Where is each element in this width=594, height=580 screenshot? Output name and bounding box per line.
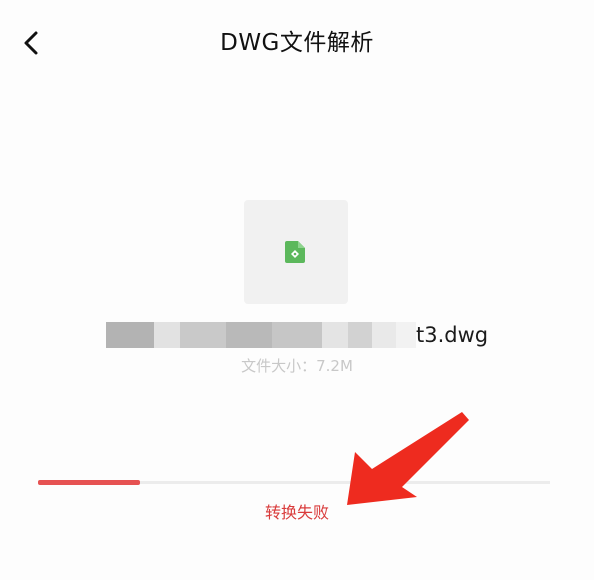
redacted-filename xyxy=(154,322,180,348)
redacted-filename xyxy=(106,322,154,348)
file-name-suffix: t3.dwg xyxy=(416,323,489,347)
dwg-file-icon xyxy=(285,241,305,263)
file-name: t3.dwg xyxy=(106,322,506,348)
file-size: 文件大小：7.2M xyxy=(241,357,353,375)
page-title: DWG文件解析 xyxy=(220,30,374,56)
progress-fill xyxy=(38,480,141,485)
dwg-parse-page: DWG文件解析 t3.dwg 文件大小：7.2M 转换失败 xyxy=(0,0,594,580)
conversion-status: 转换失败 xyxy=(264,503,329,522)
redacted-filename xyxy=(272,322,322,348)
redacted-filename xyxy=(322,322,348,348)
redacted-filename xyxy=(226,322,272,348)
file-thumbnail xyxy=(244,200,348,304)
redacted-filename xyxy=(348,322,372,348)
redacted-filename xyxy=(372,322,396,348)
conversion-progress-bar xyxy=(38,480,550,485)
redacted-filename xyxy=(180,322,226,348)
redacted-filename xyxy=(396,322,416,348)
